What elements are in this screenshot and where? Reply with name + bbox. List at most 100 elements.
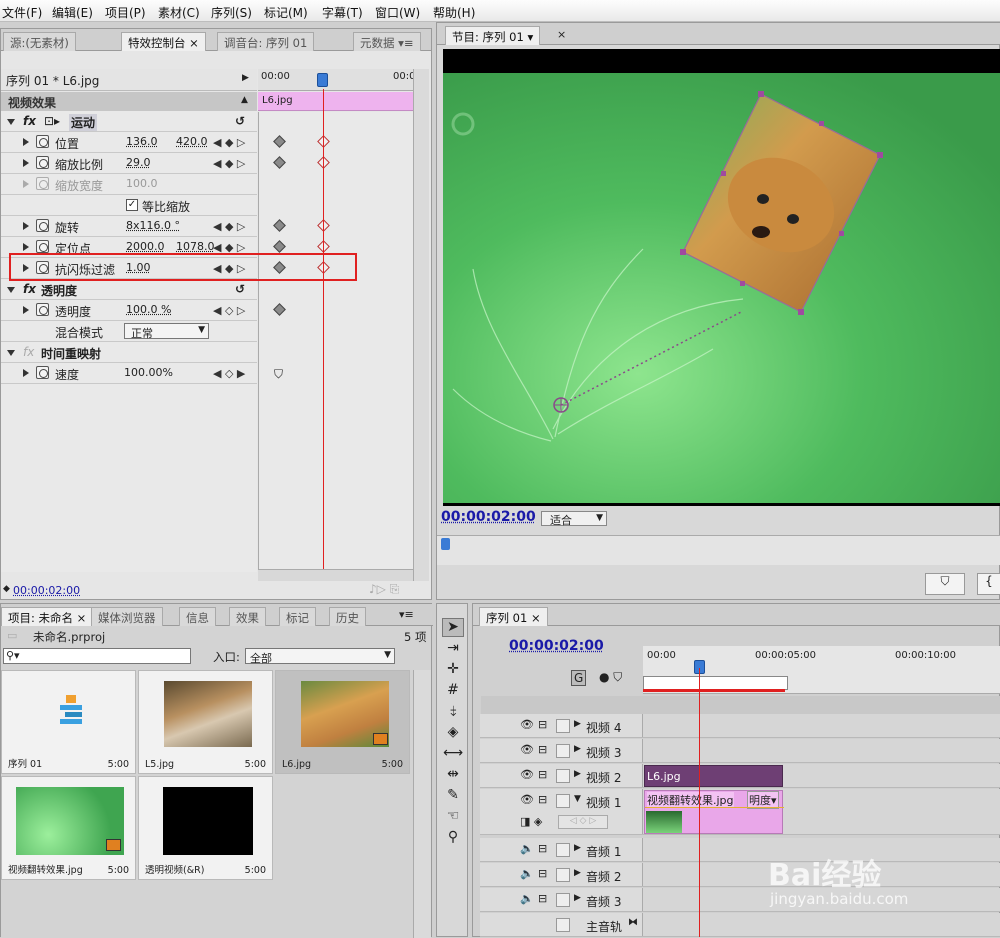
project-scrollbar[interactable] [413, 670, 431, 938]
keyframe-nav[interactable]: ◀ ◇ ▷ [213, 304, 245, 317]
reset-icon[interactable]: ↺ [235, 282, 245, 296]
play-audio-icon[interactable]: ♪▷ ⎘ [369, 582, 399, 597]
slide-icon[interactable]: ⇹ [442, 766, 464, 785]
timeline-timecode[interactable]: 00:00:02:00 [509, 638, 604, 654]
stopwatch-icon[interactable] [36, 366, 49, 379]
menu-title[interactable]: 字幕(T) [322, 4, 363, 21]
effects-timecode[interactable]: 00:00:02:00 [13, 584, 80, 597]
horizontal-scrollbar[interactable] [258, 569, 413, 581]
lock-icon[interactable]: ⊟ [538, 793, 547, 806]
clip-l6[interactable]: L6.jpg [644, 765, 783, 787]
menu-project[interactable]: 项目(P) [105, 4, 146, 21]
zoom-icon[interactable]: ⚲ [442, 829, 464, 848]
clip-flip[interactable]: 视频翻转效果.jpg 明度▾ [644, 790, 783, 834]
work-area-bar[interactable] [643, 676, 788, 690]
opacity-value[interactable]: 100.0 % [126, 303, 171, 316]
menu-sequence[interactable]: 序列(S) [211, 4, 252, 21]
uniform-scale-checkbox[interactable]: ✓ [126, 199, 138, 211]
program-timecode[interactable]: 00:00:02:00 [441, 509, 536, 525]
time-ruler[interactable]: 00:00 00:00:05:00 00:00:10:00 [643, 646, 1000, 694]
marker-set-icon[interactable]: ● ⛉ [599, 670, 622, 685]
position-x[interactable]: 136.0 [126, 135, 158, 148]
rate-stretch-icon[interactable]: ⤈ [442, 703, 464, 722]
stopwatch-icon[interactable] [36, 156, 49, 169]
rolling-edit-icon[interactable]: # [442, 682, 464, 701]
menu-window[interactable]: 窗口(W) [375, 4, 420, 21]
eye-icon[interactable]: 👁 [520, 743, 534, 756]
keyframe-nav[interactable]: ◀ ◆ ▷ [213, 136, 245, 149]
project-item-sequence[interactable]: 序列 01 5:00 [1, 670, 136, 774]
playhead-handle[interactable] [317, 73, 328, 87]
position-y[interactable]: 420.0 [176, 135, 208, 148]
tab-effects[interactable]: 效果 [229, 607, 266, 626]
stopwatch-icon[interactable] [36, 135, 49, 148]
ripple-edit-icon[interactable]: ✛ [442, 661, 464, 680]
anchor-x[interactable]: 2000.0 [126, 240, 165, 253]
project-item-l5[interactable]: L5.jpg 5:00 [138, 670, 273, 774]
project-item-transparent[interactable]: 透明视频(&R) 5:00 [138, 776, 273, 880]
speed-value[interactable]: 100.00% [124, 366, 173, 379]
blend-mode-select[interactable]: 正常 ▼ [124, 323, 209, 339]
slip-icon[interactable]: ⟷ [442, 745, 464, 764]
menu-clip[interactable]: 素材(C) [158, 4, 200, 21]
collapse-icon[interactable]: ▲ [241, 95, 248, 105]
hand-icon[interactable]: ☜ [442, 808, 464, 827]
panel-menu-icon[interactable]: ▾≡ [399, 608, 414, 621]
speaker-icon[interactable]: 🔈 [520, 867, 534, 880]
reset-icon[interactable]: ↺ [235, 114, 245, 128]
vertical-scrollbar[interactable] [413, 69, 429, 581]
tab-history[interactable]: 历史 [329, 607, 366, 626]
snap-icon[interactable]: G [571, 670, 586, 686]
tab-markers[interactable]: 标记 [279, 607, 316, 626]
keyframe-nav[interactable]: ◀ ◆ ▷ [213, 220, 245, 233]
tab-project[interactable]: 项目: 未命名 × [1, 607, 93, 626]
tab-program[interactable]: 节目: 序列 01 ▾ [445, 26, 540, 45]
selection-tool-icon[interactable]: ➤ [442, 618, 464, 637]
stopwatch-icon[interactable] [36, 240, 49, 253]
tab-effect-controls[interactable]: 特效控制台 × [121, 32, 206, 51]
search-input[interactable]: ⚲▾ [3, 648, 191, 664]
lock-icon[interactable]: ⊟ [538, 718, 547, 731]
stopwatch-icon[interactable] [36, 219, 49, 232]
tab-media-browser[interactable]: 媒体浏览器 [91, 607, 163, 626]
fx-icon[interactable]: fx [23, 114, 36, 128]
in-select[interactable]: 全部 ▼ [245, 648, 395, 664]
mark-in-button[interactable]: { [977, 573, 1000, 595]
lock-icon[interactable]: ⊟ [538, 743, 547, 756]
menu-help[interactable]: 帮助(H) [433, 4, 475, 21]
lock-icon[interactable]: ⊟ [538, 867, 547, 880]
rotation-value[interactable]: 8x116.0 ° [126, 219, 180, 232]
speed-keyframe-icon[interactable]: ⛉ [274, 367, 283, 382]
close-icon[interactable]: × [557, 28, 566, 41]
tab-source[interactable]: 源:(无素材) [3, 32, 76, 51]
eye-icon[interactable]: 👁 [520, 718, 534, 731]
eye-icon[interactable]: 👁 [520, 793, 534, 806]
pen-icon[interactable]: ✎ [442, 787, 464, 806]
fit-select[interactable]: 适合 ▼ [541, 511, 607, 526]
lock-icon[interactable]: ⊟ [538, 842, 547, 855]
razor-icon[interactable]: ◈ [442, 724, 464, 743]
track-select-icon[interactable]: ⇥ [442, 640, 464, 659]
tab-info[interactable]: 信息 [179, 607, 216, 626]
eye-icon[interactable]: 👁 [520, 768, 534, 781]
menu-file[interactable]: 文件(F) [2, 4, 42, 21]
menu-marker[interactable]: 标记(M) [264, 4, 308, 21]
tab-audio-mixer[interactable]: 调音台: 序列 01 [217, 32, 314, 51]
scale-value[interactable]: 29.0 [126, 156, 151, 169]
keyframe-display-icon[interactable]: ◨ ◈ [520, 815, 542, 828]
fx-icon[interactable]: fx [23, 282, 36, 296]
playhead-handle[interactable] [441, 538, 450, 550]
keyframe-nav[interactable]: ◀ ◆ ▷ [213, 157, 245, 170]
keyframe-nav[interactable]: ◀ ◇ ▶ [213, 367, 245, 380]
lock-icon[interactable]: ⊟ [538, 892, 547, 905]
keyframe-nav[interactable]: ◁ ◇ ▷ [558, 815, 608, 829]
lock-icon[interactable]: ⊟ [538, 768, 547, 781]
keyframe-area[interactable] [258, 112, 413, 572]
stopwatch-icon[interactable] [36, 303, 49, 316]
tab-metadata[interactable]: 元数据 ▾≡ [353, 32, 421, 51]
program-scrubber[interactable] [437, 535, 1000, 565]
project-item-l6[interactable]: L6.jpg 5:00 [275, 670, 410, 774]
anchor-y[interactable]: 1078.0 [176, 240, 215, 253]
tab-sequence[interactable]: 序列 01 × [479, 607, 548, 626]
play-clip-icon[interactable]: ▶ [242, 73, 249, 83]
